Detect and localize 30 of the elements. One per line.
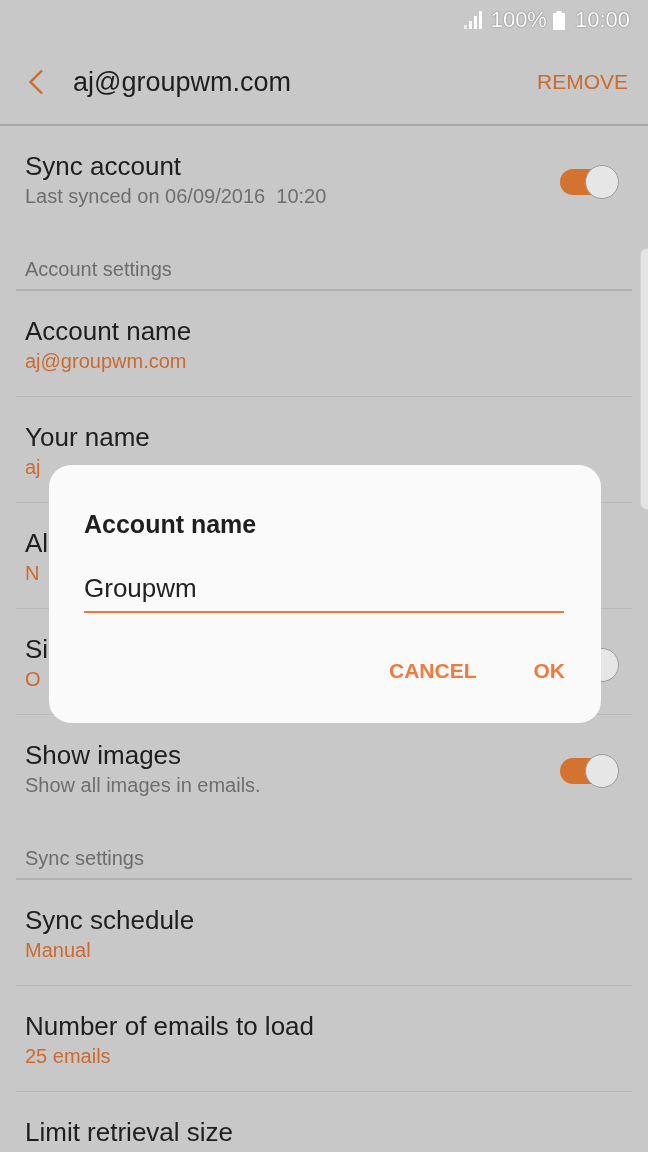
dialog-button[interactable]: CANCEL: [377, 649, 489, 693]
setting-title: Number of emails to load: [25, 1012, 315, 1040]
setting-title: Al: [25, 529, 49, 557]
toggle-switch[interactable]: [560, 754, 619, 788]
setting-value: aj: [25, 455, 41, 480]
setting-value: O: [25, 667, 41, 692]
setting-description: Last synced on 06/09/2016 10:20: [25, 184, 327, 209]
setting-title: Si: [25, 635, 49, 663]
setting-title: Account name: [25, 317, 192, 345]
signal-icon: [463, 11, 482, 29]
section-heading: Account settings: [25, 258, 172, 280]
setting-title: Limit retrieval size: [25, 1118, 234, 1146]
setting-title: Your name: [25, 423, 150, 451]
name-input[interactable]: Groupwm: [84, 566, 564, 613]
dialog-button[interactable]: OK: [521, 649, 577, 693]
setting-value: aj@groupwm.com: [25, 349, 187, 374]
setting-value: 25 emails: [25, 1044, 111, 1069]
dialog-title: Account name: [84, 509, 257, 540]
section-heading: Sync settings: [25, 847, 144, 869]
toggle-switch[interactable]: [560, 165, 619, 199]
remove-button[interactable]: REMOVE: [537, 61, 628, 103]
setting-description: Show all images in emails.: [25, 773, 261, 798]
setting-title: Sync account: [25, 152, 182, 180]
back-icon[interactable]: [28, 69, 44, 95]
setting-title: Show images: [25, 741, 182, 769]
setting-value: Manual: [25, 938, 91, 963]
setting-value: N: [25, 561, 40, 586]
setting-title: Sync schedule: [25, 906, 195, 934]
battery-icon: [552, 10, 565, 30]
account-title: aj@groupwm.com: [73, 66, 291, 99]
